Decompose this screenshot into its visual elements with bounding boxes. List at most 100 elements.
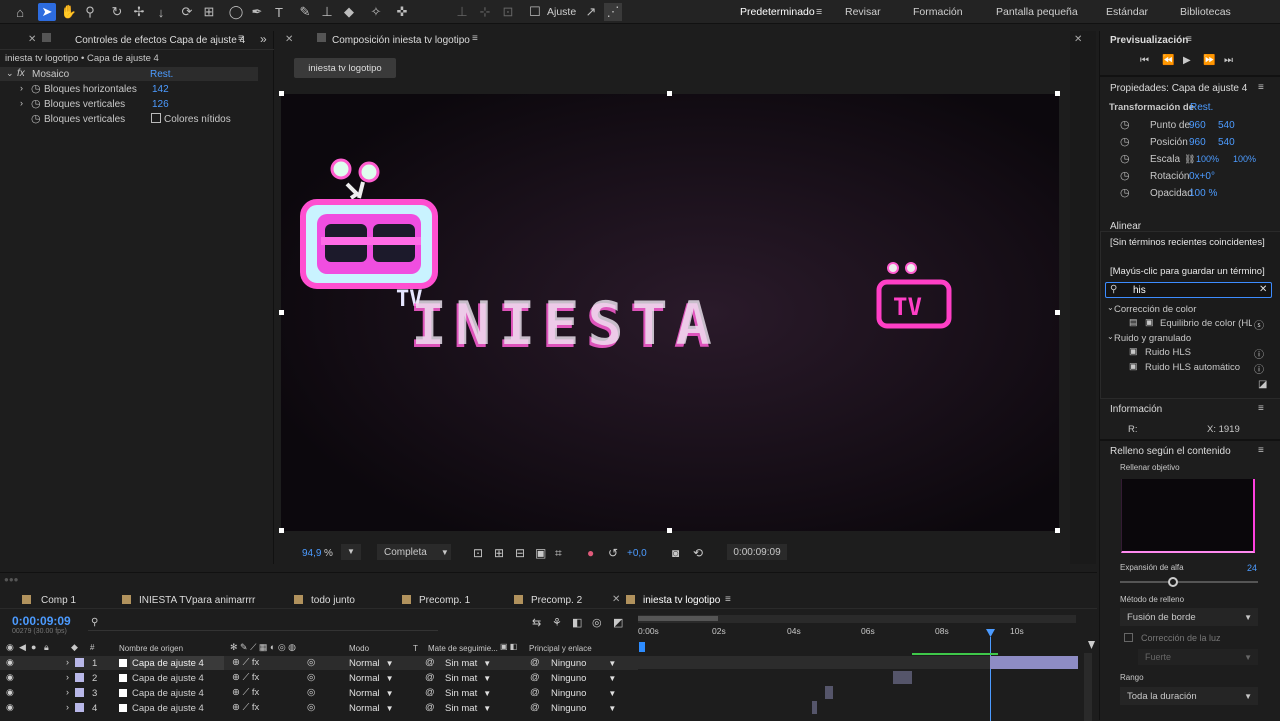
- first-frame-icon[interactable]: ⏮: [1140, 55, 1149, 66]
- effect-row-mosaico[interactable]: ⌄ fx Mosaico Rest.: [0, 67, 258, 81]
- last-frame-icon[interactable]: ⏭: [1224, 55, 1233, 66]
- alpha-slider-thumb[interactable]: [1168, 577, 1178, 587]
- range-dropdown[interactable]: Toda la duración ▼: [1120, 687, 1258, 705]
- transform-handle[interactable]: [667, 528, 672, 533]
- property-value-x[interactable]: 100 %: [1189, 188, 1217, 199]
- label-color[interactable]: [75, 673, 84, 682]
- info-icon[interactable]: ⓢ: [1254, 317, 1264, 332]
- effects-panel-title[interactable]: Controles de efectos Capa de ajuste 4: [75, 35, 245, 46]
- tab-todo-junto[interactable]: todo junto: [311, 595, 355, 606]
- effect-item[interactable]: Ruido HLS automático: [1145, 362, 1240, 373]
- property-value-y[interactable]: 540: [1218, 137, 1235, 148]
- pan-camera-icon[interactable]: ✢: [130, 3, 148, 21]
- transform-handle[interactable]: [1055, 528, 1060, 533]
- reset-exposure-icon[interactable]: ↺: [608, 546, 618, 560]
- stopwatch-icon[interactable]: ◷: [1120, 169, 1130, 182]
- comp-tab-chip[interactable]: iniesta tv logotipo: [294, 58, 396, 78]
- matte-dropdown[interactable]: Sin mat ▼: [445, 702, 491, 714]
- layer-bar[interactable]: [893, 671, 912, 684]
- transform-handle[interactable]: [279, 310, 284, 315]
- chevron-down-icon[interactable]: ⌄: [6, 68, 14, 79]
- snap-grid-icon[interactable]: ⋰: [604, 3, 622, 21]
- transform-handle[interactable]: [1055, 91, 1060, 96]
- workspace-predeterminado[interactable]: Predeterminado: [740, 6, 815, 18]
- reset-link[interactable]: Rest.: [150, 69, 173, 80]
- pen-tool-icon[interactable]: ✒: [248, 3, 266, 21]
- adjustment-switch-icon[interactable]: ◎: [307, 672, 315, 683]
- eye-icon[interactable]: ◉: [6, 657, 14, 668]
- layer-name[interactable]: Capa de ajuste 4: [132, 673, 204, 684]
- adjustment-switch-icon[interactable]: ◎: [307, 657, 315, 668]
- show-snapshot-icon[interactable]: ⟲: [693, 546, 703, 560]
- guides-icon[interactable]: ⌗: [555, 546, 562, 561]
- matte-pick-icon[interactable]: @: [425, 702, 435, 713]
- property-value-x[interactable]: 960: [1189, 120, 1206, 131]
- chevron-right-icon[interactable]: ›: [66, 657, 69, 667]
- roto-brush-icon[interactable]: ✧: [367, 3, 385, 21]
- chevron-right-icon[interactable]: ›: [20, 83, 23, 93]
- expand-panels-icon[interactable]: »: [260, 32, 267, 46]
- exposure-value[interactable]: +0,0: [627, 548, 647, 559]
- home-icon[interactable]: ⌂: [11, 3, 29, 21]
- stopwatch-icon[interactable]: ◷: [1120, 135, 1130, 148]
- layer-name[interactable]: Capa de ajuste 4: [132, 688, 204, 699]
- close-icon[interactable]: ✕: [1074, 34, 1082, 45]
- tab-iniesta-animar[interactable]: INIESTA TVpara animarrrr: [139, 595, 255, 606]
- source-name-header[interactable]: Nombre de origen: [119, 644, 183, 653]
- transform-handle[interactable]: [279, 528, 284, 533]
- prop-value[interactable]: 142: [152, 84, 169, 95]
- stopwatch-icon[interactable]: ◷: [1120, 118, 1130, 131]
- work-area-start[interactable]: [639, 642, 645, 652]
- workspace-estandar[interactable]: Estándar: [1106, 6, 1148, 18]
- alpha-value[interactable]: 24: [1247, 563, 1257, 573]
- layer-row[interactable]: ◉ › 4 Capa de ajuste 4 ⊕ ⟋ fx ◎ Normal ▼ …: [0, 701, 638, 715]
- pickwhip-icon[interactable]: @: [530, 687, 540, 698]
- chevron-right-icon[interactable]: ›: [66, 672, 69, 682]
- property-value-y[interactable]: 100%: [1233, 154, 1256, 164]
- mode-dropdown[interactable]: Normal ▼: [349, 702, 394, 714]
- chevron-right-icon[interactable]: ›: [66, 687, 69, 697]
- selection-tool-icon[interactable]: ➤: [38, 3, 56, 21]
- motion-blur-icon[interactable]: ◩: [613, 616, 623, 629]
- chevron-right-icon[interactable]: ›: [20, 98, 23, 108]
- transform-handle[interactable]: [667, 91, 672, 96]
- panel-menu-icon[interactable]: ≡: [1258, 82, 1264, 93]
- transform-handle[interactable]: [279, 91, 284, 96]
- pickwhip-icon[interactable]: @: [530, 657, 540, 668]
- layer-bar[interactable]: [990, 656, 1078, 669]
- zoom-value[interactable]: 94,9: [302, 548, 321, 559]
- zoom-tool-icon[interactable]: ⚲: [81, 3, 99, 21]
- adjustment-switch-icon[interactable]: ◎: [307, 702, 315, 713]
- zoom-dropdown-icon[interactable]: ▼: [341, 544, 361, 560]
- tab-precomp1[interactable]: Precomp. 1: [419, 595, 470, 606]
- panel-menu-icon[interactable]: ≡: [1186, 34, 1192, 45]
- parent-dropdown[interactable]: Ninguno ▼: [551, 702, 616, 714]
- stopwatch-icon[interactable]: ◷: [31, 82, 41, 95]
- comp-panel-title[interactable]: Composición iniesta tv logotipo: [332, 35, 470, 46]
- comp-mini-flowchart-icon[interactable]: ⇆: [532, 616, 541, 629]
- layer-row[interactable]: ◉ › 2 Capa de ajuste 4 ⊕ ⟋ fx ◎ Normal ▼ …: [0, 671, 638, 685]
- lock-icon[interactable]: [317, 33, 326, 42]
- work-area-range[interactable]: [638, 616, 718, 621]
- mode-dropdown[interactable]: Normal ▼: [349, 687, 394, 699]
- transform-handle[interactable]: [1055, 310, 1060, 315]
- label-color[interactable]: [75, 658, 84, 667]
- link-icon[interactable]: ⛓: [1184, 154, 1195, 165]
- hand-tool-icon[interactable]: ✋: [60, 3, 78, 21]
- alpha-slider-track[interactable]: [1120, 581, 1258, 583]
- tab-iniesta-logotipo[interactable]: iniesta tv logotipo: [643, 595, 720, 606]
- layer-name[interactable]: Capa de ajuste 4: [130, 656, 224, 670]
- snap-edges-icon[interactable]: ↗: [582, 3, 600, 21]
- effect-item[interactable]: Equilibrio de color (HLS): [1160, 318, 1252, 329]
- matte-pick-icon[interactable]: @: [425, 687, 435, 698]
- chevron-down-icon[interactable]: ⌄: [1107, 303, 1114, 312]
- fx-icon[interactable]: fx: [17, 68, 25, 79]
- info-icon[interactable]: ⓘ: [1254, 361, 1264, 376]
- workspace-menu-icon[interactable]: ≡: [816, 6, 822, 18]
- previous-frame-icon[interactable]: ⏪: [1162, 55, 1174, 66]
- panel-menu-icon[interactable]: ≡: [725, 594, 731, 605]
- lock-icon[interactable]: [42, 33, 51, 42]
- property-value-y[interactable]: 540: [1218, 120, 1235, 131]
- orbit-camera-icon[interactable]: ↻: [108, 3, 126, 21]
- chevron-right-icon[interactable]: ›: [66, 702, 69, 712]
